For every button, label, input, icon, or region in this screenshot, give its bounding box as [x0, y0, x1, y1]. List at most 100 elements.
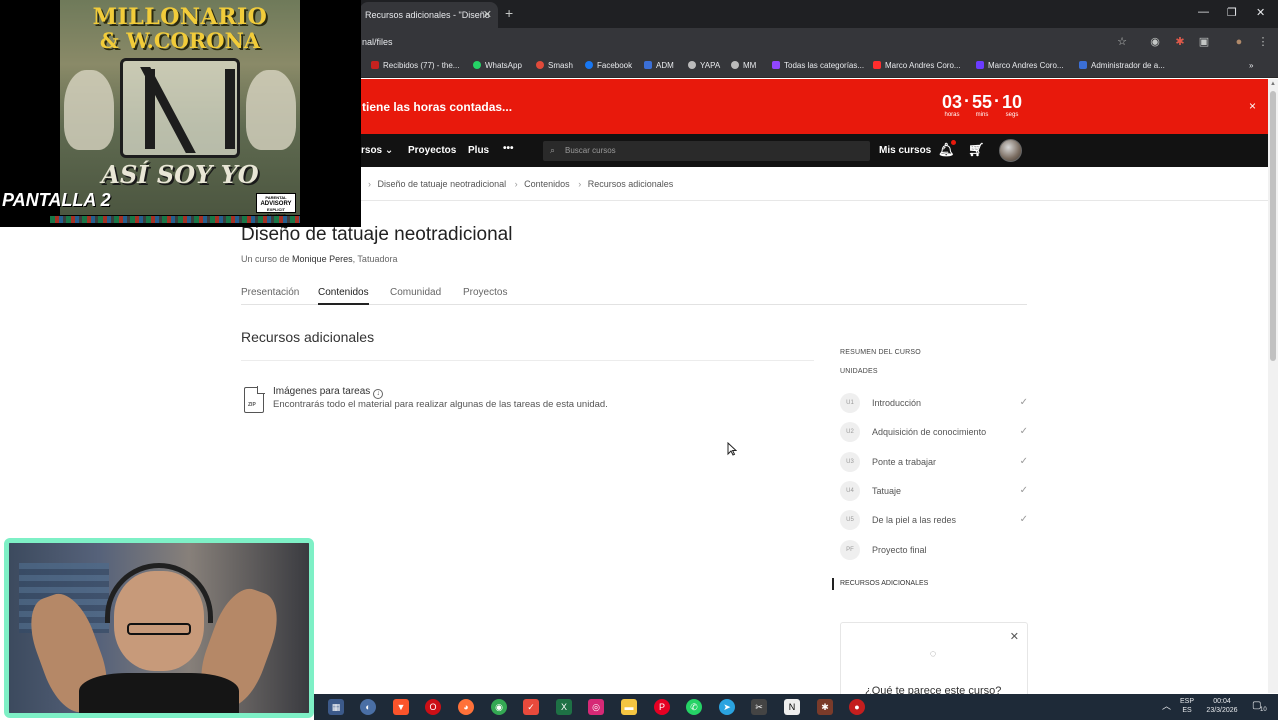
- author-link[interactable]: Monique Peres: [292, 254, 353, 264]
- firefox-icon[interactable]: ◕: [458, 699, 474, 715]
- browser-menu-icon[interactable]: ⋮: [1256, 35, 1270, 49]
- countdown-hours: 03 horas: [941, 92, 963, 118]
- nav-projects[interactable]: Proyectos: [408, 145, 456, 156]
- nav-plus[interactable]: Plus: [468, 145, 489, 156]
- skull-illustration: [64, 70, 114, 150]
- bookmark-item[interactable]: Marco Andres Coro...: [873, 61, 961, 70]
- bookmark-item[interactable]: Recibidos (77) - the...: [371, 61, 459, 70]
- notification-count: 10: [1260, 707, 1267, 713]
- nav-my-courses[interactable]: Mis cursos: [879, 145, 931, 156]
- unit-item[interactable]: U3 Ponte a trabajar ✓: [840, 452, 1028, 474]
- cart-icon[interactable]: 🛒︎: [968, 142, 985, 158]
- sidebar-resources-link[interactable]: RECURSOS ADICIONALES: [832, 578, 928, 590]
- unit-item[interactable]: U2 Adquisición de conocimiento ✓: [840, 422, 1028, 444]
- telegram-icon[interactable]: ➤: [719, 699, 735, 715]
- unit-item[interactable]: U5 De la piel a las redes ✓: [840, 510, 1028, 532]
- unit-item[interactable]: U1 Introducción ✓: [840, 393, 1028, 415]
- opera-icon[interactable]: O: [425, 699, 441, 715]
- bookmark-item[interactable]: MM: [731, 61, 756, 70]
- nav-more-icon[interactable]: •••: [503, 143, 514, 154]
- unit-label: Proyecto final: [872, 545, 927, 555]
- scroll-up-icon[interactable]: ▲: [1270, 81, 1276, 87]
- brave-icon[interactable]: ▼: [393, 699, 409, 715]
- tab-close-icon[interactable]: ✕: [483, 8, 492, 21]
- search-input[interactable]: ⌕ Buscar cursos: [543, 141, 870, 161]
- pinterest-icon[interactable]: P: [654, 699, 670, 715]
- unit-badge: U1: [840, 393, 860, 413]
- tab-community[interactable]: Comunidad: [390, 287, 441, 303]
- app-icon[interactable]: ✱: [817, 699, 833, 715]
- unit-label: Adquisición de conocimiento: [872, 427, 987, 437]
- chevron-down-icon: ⌄: [384, 145, 394, 156]
- nav-courses[interactable]: rsos ⌄: [361, 145, 393, 156]
- divider: [241, 360, 814, 361]
- extension-camera-icon[interactable]: ◉: [1148, 35, 1162, 49]
- extension-bug-icon[interactable]: ✱: [1173, 35, 1187, 49]
- minimize-icon[interactable]: —: [1198, 6, 1209, 18]
- breadcrumb-course[interactable]: Diseño de tatuaje neotradicional: [378, 179, 507, 189]
- todo-icon[interactable]: ✓: [523, 699, 539, 715]
- folder-icon[interactable]: ▬: [621, 699, 637, 715]
- whatsapp-icon[interactable]: ✆: [686, 699, 702, 715]
- bookmark-item[interactable]: YAPA: [688, 61, 720, 70]
- profile-icon[interactable]: ●: [1232, 35, 1246, 49]
- thumbnail-strip: [50, 216, 300, 223]
- breadcrumb-contents[interactable]: Contenidos: [524, 179, 570, 189]
- bookmark-item[interactable]: Smash: [536, 61, 573, 70]
- unit-label: Ponte a trabajar: [872, 457, 937, 467]
- window-close-icon[interactable]: ✕: [1256, 6, 1265, 19]
- scroll-thumb[interactable]: [1270, 91, 1276, 361]
- notion-icon[interactable]: N: [784, 699, 800, 715]
- new-tab-icon[interactable]: +: [505, 5, 513, 21]
- tab-projects[interactable]: Proyectos: [463, 287, 507, 303]
- promo-close-icon[interactable]: ×: [1249, 99, 1256, 113]
- unit-item[interactable]: U4 Tatuaje ✓: [840, 481, 1028, 503]
- tray-expand-icon[interactable]: ︿: [1162, 702, 1171, 711]
- check-icon: ✓: [1019, 456, 1028, 467]
- countdown-mins: 55 mins: [971, 92, 993, 118]
- bookmark-item[interactable]: ADM: [644, 61, 674, 70]
- smash-icon: [536, 61, 544, 69]
- resource-title[interactable]: Imágenes para tareas ↓: [273, 386, 384, 399]
- skull-illustration: [246, 70, 296, 150]
- page-title: Diseño de tatuaje neotradicional: [241, 224, 513, 245]
- tab-presentation[interactable]: Presentación: [241, 287, 299, 303]
- breadcrumb-current: Recursos adicionales: [587, 179, 674, 189]
- webcam-feed: [4, 538, 314, 718]
- breadcrumb-separator: ›: [578, 179, 582, 189]
- album-artist-line2: & W.CORONA: [99, 28, 261, 53]
- instagram-icon[interactable]: ◎: [588, 699, 604, 715]
- tab-contents[interactable]: Contenidos: [318, 287, 369, 305]
- obs-icon[interactable]: ●: [849, 699, 865, 715]
- url-field[interactable]: nal/files: [362, 37, 393, 47]
- search-icon: ⌕: [550, 145, 556, 155]
- chrome-icon[interactable]: ◉: [491, 699, 507, 715]
- bookmark-item[interactable]: Facebook: [585, 61, 632, 70]
- avatar[interactable]: [999, 139, 1022, 162]
- more-bookmarks-icon[interactable]: »: [1249, 61, 1253, 70]
- check-icon: ✓: [1019, 485, 1028, 496]
- unit-item[interactable]: PF Proyecto final: [840, 540, 1028, 562]
- capcut-icon[interactable]: ✂: [751, 699, 767, 715]
- browser-tab[interactable]: Recursos adicionales - "Diseño ✕: [360, 2, 498, 28]
- screen: Recursos adicionales - "Diseño ✕ + — ❐ ✕…: [0, 0, 1278, 720]
- bookmark-item[interactable]: WhatsApp: [473, 61, 522, 70]
- bookmark-star-icon[interactable]: ☆: [1115, 35, 1129, 49]
- clock[interactable]: 00:04 23/3/2026: [1200, 697, 1244, 715]
- language-indicator[interactable]: ESP ES: [1176, 697, 1198, 715]
- extensions-puzzle-icon[interactable]: ▣: [1197, 35, 1211, 49]
- download-icon[interactable]: ↓: [373, 389, 384, 399]
- album-artist-line1: MILLONARIO: [92, 4, 268, 30]
- meta-icon: [1079, 61, 1087, 69]
- close-icon[interactable]: ✕: [1010, 630, 1019, 643]
- resource-item[interactable]: ZIP Imágenes para tareas ↓ Encontrarás to…: [243, 385, 743, 417]
- task-view-icon[interactable]: ▦: [328, 699, 344, 715]
- bookmark-item[interactable]: Administrador de a...: [1079, 61, 1165, 70]
- promo-text: tiene las horas contadas...: [362, 100, 513, 114]
- edge-icon[interactable]: ◐: [360, 699, 376, 715]
- excel-icon[interactable]: X: [556, 699, 572, 715]
- scrollbar[interactable]: ▲: [1268, 79, 1278, 693]
- bookmark-item[interactable]: Todas las categorías...: [772, 61, 864, 70]
- restore-icon[interactable]: ❐: [1227, 6, 1237, 19]
- bookmark-item[interactable]: Marco Andres Coro...: [976, 61, 1064, 70]
